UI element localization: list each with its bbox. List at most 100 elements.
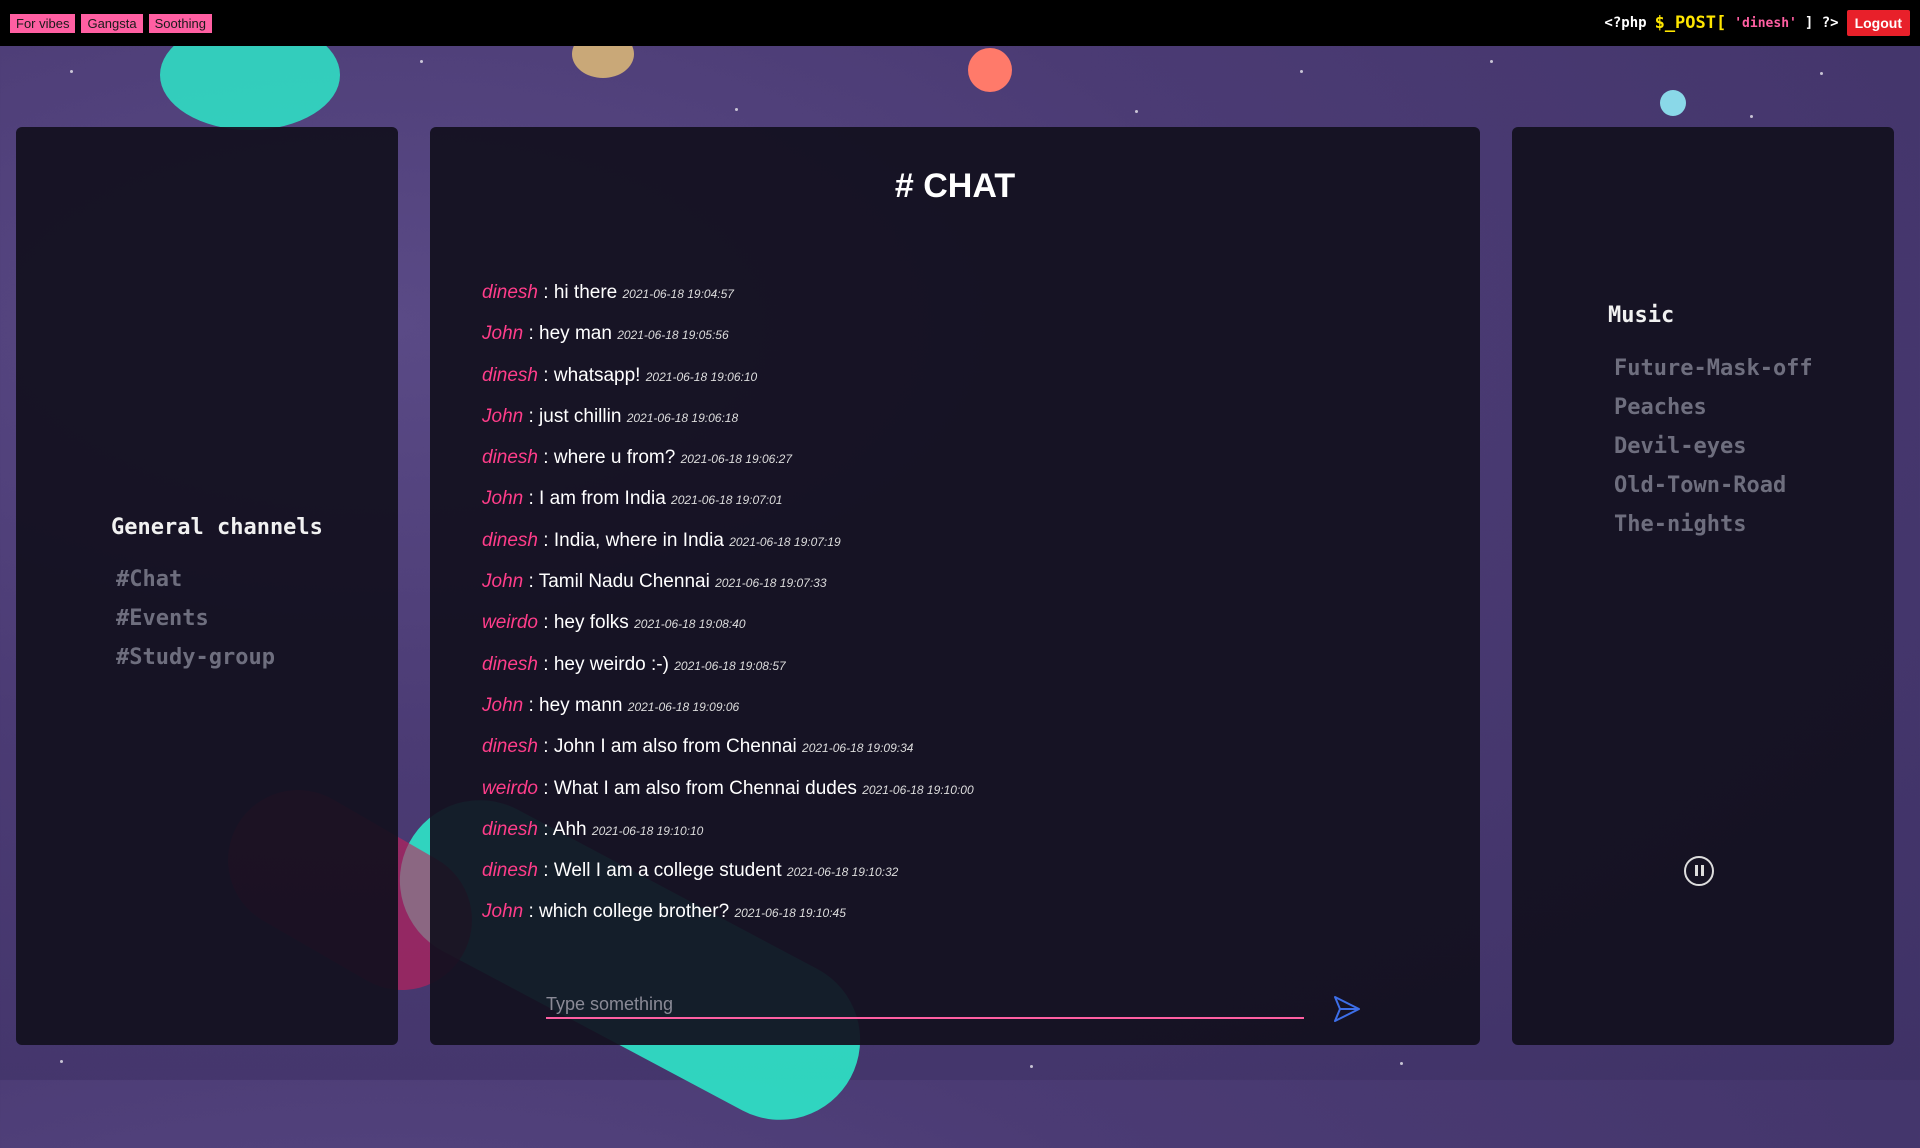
mood-for-vibes-button[interactable]: For vibes (10, 13, 76, 33)
chat-input-wrapper (546, 992, 1304, 1019)
message-user: John (482, 571, 524, 593)
song-list: Future-Mask-off Peaches Devil-eyes Old-T… (1614, 356, 1813, 551)
message-item: weirdo : hey folks 2021-06-18 19:08:40 (482, 612, 746, 634)
message-time: 2021-06-18 19:06:18 (626, 410, 739, 425)
mood-soothing-button[interactable]: Soothing (148, 13, 212, 33)
star (70, 70, 73, 73)
php-post-var: $_POST[ (1654, 13, 1727, 33)
message-item: John : hey man 2021-06-18 19:05:56 (482, 323, 729, 345)
message-user: weirdo (482, 612, 538, 634)
channel-item-events[interactable]: #Events (116, 606, 275, 645)
message-text: hey mann (539, 694, 623, 716)
message-time: 2021-06-18 19:10:00 (862, 782, 974, 797)
message-text: I am from India (539, 488, 666, 510)
star (1490, 60, 1493, 63)
message-time: 2021-06-18 19:10:32 (786, 865, 899, 880)
message-item: John : which college brother? 2021-06-18… (482, 901, 846, 923)
message-time: 2021-06-18 19:05:56 (617, 328, 729, 343)
star (1135, 110, 1138, 113)
message-time: 2021-06-18 19:09:34 (802, 741, 914, 756)
message-item: John : just chillin 2021-06-18 19:06:18 (482, 405, 739, 427)
star (420, 60, 423, 63)
message-user: dinesh (482, 860, 538, 882)
channel-list: #Chat #Events #Study-group (116, 567, 275, 684)
message-text: Tamil Nadu Chennai (538, 571, 710, 593)
message-time: 2021-06-18 19:07:33 (715, 576, 827, 591)
user-info: <?php $_POST[ 'dinesh' ] ?> Logout (1604, 10, 1920, 36)
message-time: 2021-06-18 19:08:57 (674, 658, 786, 673)
message-text: whatsapp! (553, 364, 641, 386)
message-item: John : hey mann 2021-06-18 19:09:06 (482, 694, 740, 716)
mood-buttons: For vibes Gangsta Soothing (0, 13, 212, 33)
message-user: dinesh (482, 818, 538, 840)
message-time: 2021-06-18 19:07:01 (671, 493, 783, 508)
message-item: dinesh : Ahh 2021-06-18 19:10:10 (482, 818, 704, 840)
logout-button[interactable]: Logout (1846, 10, 1910, 36)
message-user: weirdo (482, 777, 538, 799)
message-text: hi there (553, 282, 618, 303)
message-item: dinesh : where u from? 2021-06-18 19:06:… (482, 447, 793, 469)
channels-heading: General channels (111, 515, 323, 540)
music-panel: Music Future-Mask-off Peaches Devil-eyes… (1512, 127, 1894, 1045)
message-text: Ahh (552, 818, 587, 840)
message-user: John (482, 405, 524, 427)
message-user: dinesh (482, 447, 538, 469)
channels-panel: General channels #Chat #Events #Study-gr… (16, 127, 398, 1045)
message-text: hey man (539, 323, 612, 345)
pause-icon (1693, 864, 1705, 879)
message-item: John : Tamil Nadu Chennai 2021-06-18 19:… (482, 571, 827, 593)
message-text: just chillin (539, 405, 622, 427)
star (1820, 72, 1823, 75)
message-text: India, where in India (553, 529, 724, 551)
planet-red-small (968, 48, 1012, 92)
message-user: John (482, 323, 524, 345)
message-user: dinesh (482, 653, 538, 675)
message-user: John (482, 488, 524, 510)
message-user: John (482, 694, 524, 716)
message-time: 2021-06-18 19:09:06 (627, 699, 740, 714)
channel-item-study-group[interactable]: #Study-group (116, 645, 275, 684)
php-close-tag: ] ?> (1804, 15, 1839, 31)
php-open-tag: <?php (1604, 15, 1647, 31)
message-item: dinesh : John I am also from Chennai 202… (482, 736, 914, 758)
message-input[interactable] (546, 992, 1304, 1017)
message-time: 2021-06-18 19:07:19 (729, 534, 841, 549)
message-time: 2021-06-18 19:06:10 (645, 369, 758, 384)
message-text: Well I am a college student (553, 860, 782, 882)
message-text: hey folks (553, 612, 629, 634)
message-time: 2021-06-18 19:04:57 (622, 287, 734, 301)
star (1750, 115, 1753, 118)
song-item-peaches[interactable]: Peaches (1614, 395, 1813, 434)
song-item-the-nights[interactable]: The-nights (1614, 512, 1813, 551)
message-item: John : I am from India 2021-06-18 19:07:… (482, 488, 783, 510)
star (1400, 1062, 1403, 1065)
chat-title: # CHAT (894, 167, 1016, 205)
username: 'dinesh' (1734, 15, 1797, 31)
message-item: dinesh : whatsapp! 2021-06-18 19:06:10 (482, 364, 758, 386)
top-bar: For vibes Gangsta Soothing <?php $_POST[… (0, 0, 1920, 46)
star (735, 108, 738, 111)
star (60, 1060, 63, 1063)
message-item: dinesh : Well I am a college student 202… (482, 860, 899, 882)
message-user: dinesh (482, 736, 538, 758)
song-item-future-mask-off[interactable]: Future-Mask-off (1614, 356, 1813, 395)
message-text: where u from? (553, 447, 676, 469)
message-item: weirdo : What I am also from Chennai dud… (482, 777, 974, 799)
message-user: John (482, 901, 524, 923)
message-list: dinesh : hi there 2021-06-18 19:04:57 Jo… (482, 282, 974, 943)
message-time: 2021-06-18 19:08:40 (634, 617, 746, 632)
star (1030, 1065, 1033, 1068)
message-text: which college brother? (539, 901, 730, 923)
message-item: dinesh : India, where in India 2021-06-1… (482, 529, 841, 551)
planet-blue-small (1660, 90, 1686, 116)
chat-panel: # CHAT dinesh : hi there 2021-06-18 19:0… (430, 127, 1480, 1045)
song-item-old-town-road[interactable]: Old-Town-Road (1614, 473, 1813, 512)
star (1300, 70, 1303, 73)
mood-gangsta-button[interactable]: Gangsta (81, 13, 143, 33)
song-item-devil-eyes[interactable]: Devil-eyes (1614, 434, 1813, 473)
message-text: hey weirdo :-) (553, 653, 669, 675)
message-text: John I am also from Chennai (553, 736, 797, 758)
pause-button[interactable] (1684, 856, 1714, 886)
send-button[interactable] (1330, 993, 1364, 1027)
channel-item-chat[interactable]: #Chat (116, 567, 275, 606)
